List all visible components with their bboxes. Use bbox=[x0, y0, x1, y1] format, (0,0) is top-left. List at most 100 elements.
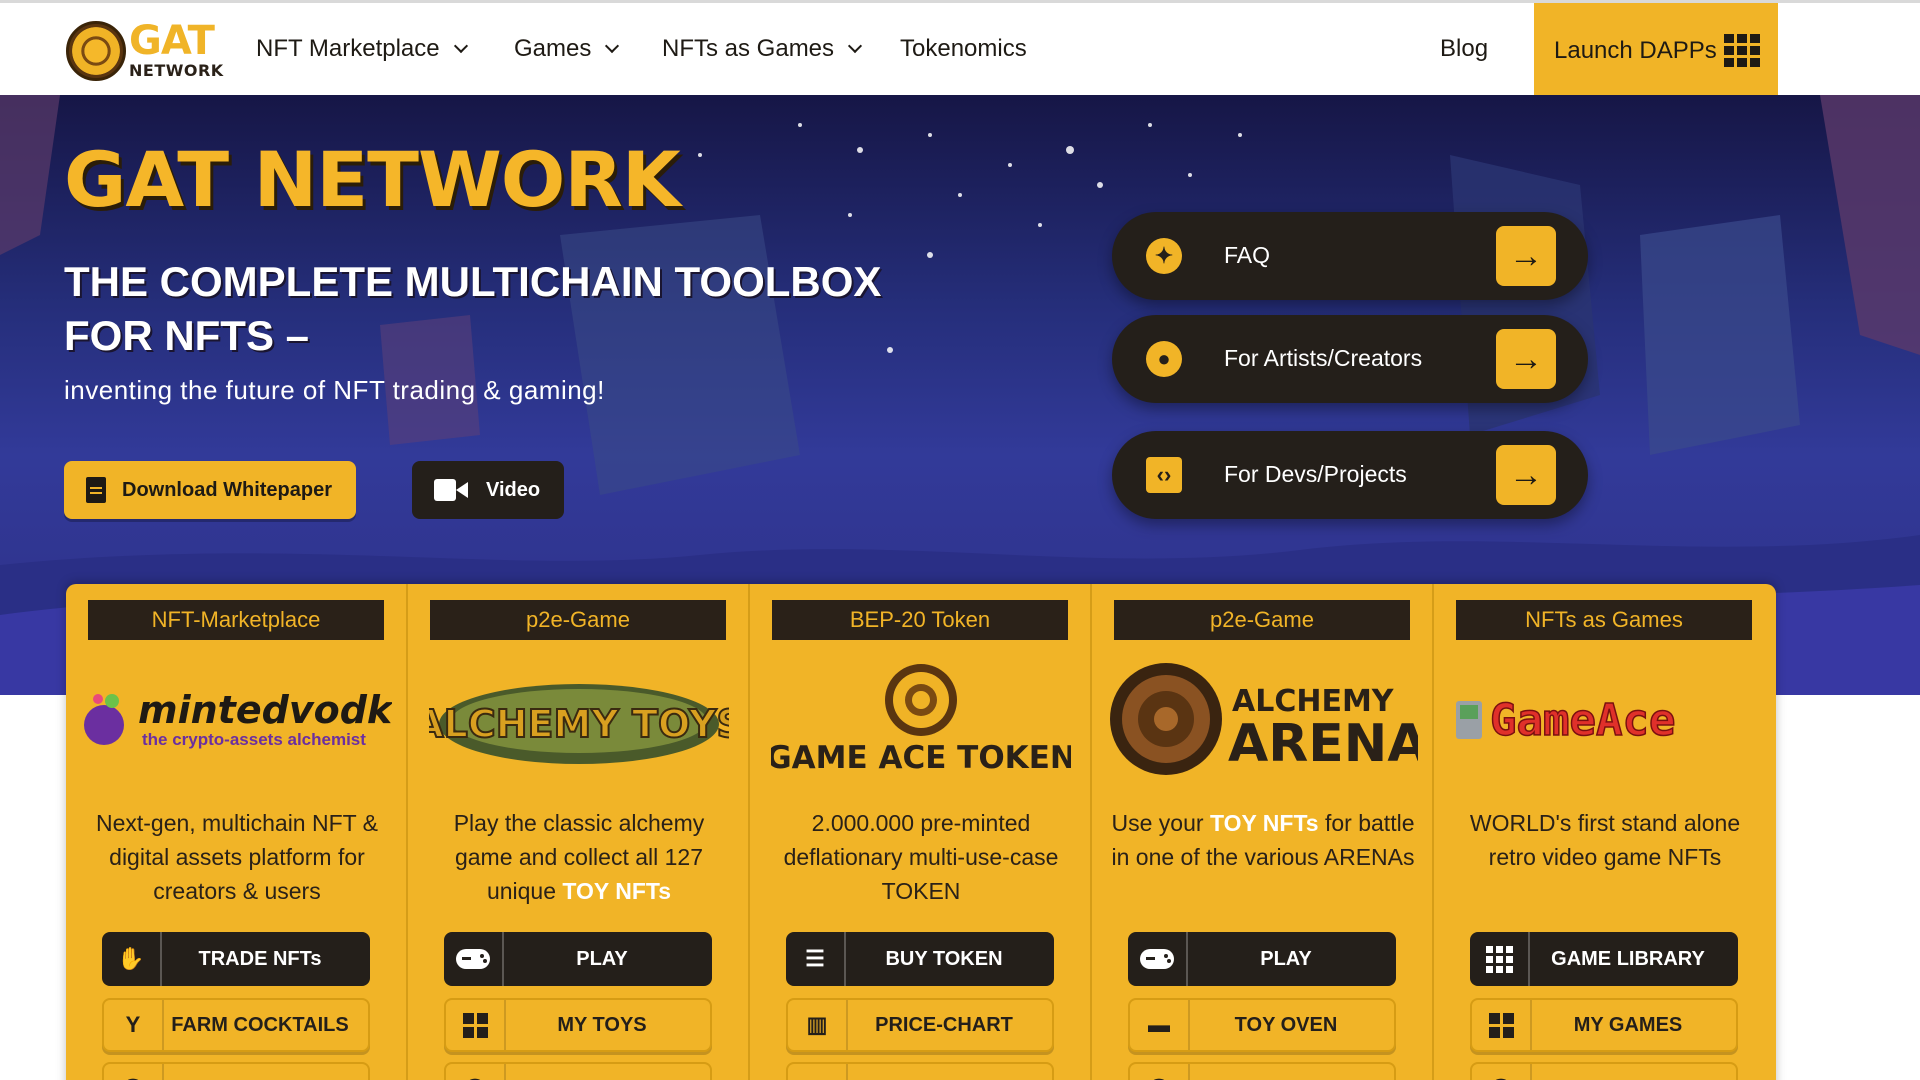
info-icon: ⓘ bbox=[446, 1064, 506, 1080]
game-library-label: GAME LIBRARY bbox=[1551, 947, 1705, 970]
gameace-logo[interactable]: GameAce bbox=[1444, 664, 1766, 774]
alchemy-arena-logo-text-2: ARENA bbox=[1228, 714, 1418, 774]
bar-chart-icon: ▥ bbox=[788, 1000, 848, 1050]
game-ace-token-logo-text: GAME ACE TOKEN bbox=[771, 740, 1071, 774]
arrow-right-icon[interactable]: → bbox=[1496, 445, 1556, 505]
artists-creators-link[interactable]: ● For Artists/Creators → bbox=[1112, 315, 1588, 403]
card-description: Next-gen, multichain NFT & digital asset… bbox=[82, 806, 392, 908]
nav-games[interactable]: Games bbox=[514, 35, 620, 63]
card-tag: NFTs as Games bbox=[1456, 600, 1752, 640]
nav-nfts-as-games-label: NFTs as Games bbox=[662, 35, 835, 62]
mintedvodka-logo[interactable]: mintedvodka the crypto-assets alchemist bbox=[76, 664, 398, 774]
card-tag: p2e-Game bbox=[1114, 600, 1410, 640]
alchemy-arena-logo[interactable]: ALCHEMY ARENA bbox=[1102, 663, 1424, 775]
info-icon: ⓘ bbox=[1130, 1064, 1190, 1080]
card-alchemy-arena: p2e-Game ALCHEMY ARENA Use your TOY NFTs… bbox=[1092, 584, 1434, 1080]
devs-projects-link[interactable]: ‹› For Devs/Projects → bbox=[1112, 431, 1588, 519]
trade-nfts-button[interactable]: ✋ TRADE NFTs bbox=[102, 932, 370, 986]
gameace-logo-svg: GameAce bbox=[1456, 694, 1676, 747]
apps-grid-icon bbox=[1724, 34, 1760, 67]
tokenomics-button[interactable]: ◔ bbox=[786, 1062, 1054, 1080]
chevron-down-icon bbox=[453, 38, 468, 54]
alchemy-toys-logo-text: ALCHEMY TOYS bbox=[429, 702, 729, 746]
accessibility-icon: ✦ bbox=[1146, 238, 1182, 274]
arrow-right-icon[interactable]: → bbox=[1496, 226, 1556, 286]
gat-network-logo[interactable]: GAT NETWORK bbox=[66, 19, 223, 83]
document-icon bbox=[86, 477, 106, 503]
price-chart-label: PRICE-CHART bbox=[875, 1013, 1013, 1036]
download-whitepaper-label: Download Whitepaper bbox=[122, 478, 332, 501]
apps-grid-icon bbox=[1470, 932, 1530, 986]
card-gameace: NFTs as Games GameAce WORLD's first stan… bbox=[1434, 584, 1776, 1080]
hero-title: GAT NETWORK bbox=[64, 135, 681, 224]
alchemy-toys-logo-svg: ALCHEMY TOYS bbox=[429, 684, 729, 764]
card-desc-text: WORLD's first stand alone retro video ga… bbox=[1469, 810, 1741, 870]
more-info-button[interactable]: ⓘ bbox=[1470, 1062, 1738, 1080]
grid-squares-icon bbox=[446, 1000, 506, 1050]
gameace-logo-text: GameAce bbox=[1490, 695, 1675, 746]
card-tag: NFT-Marketplace bbox=[88, 600, 384, 640]
launch-dapps-button[interactable]: Launch DAPPs bbox=[1534, 3, 1778, 98]
price-chart-button[interactable]: ▥ PRICE-CHART bbox=[786, 998, 1054, 1052]
oven-icon: ▬ bbox=[1130, 1000, 1190, 1050]
palette-icon: ● bbox=[1146, 341, 1182, 377]
farm-cocktails-button[interactable]: Y FARM COCKTAILS bbox=[102, 998, 370, 1052]
nav-nft-marketplace[interactable]: NFT Marketplace bbox=[256, 35, 468, 63]
buy-token-label: BUY TOKEN bbox=[885, 947, 1003, 970]
my-toys-label: MY TOYS bbox=[557, 1013, 647, 1036]
my-games-label: MY GAMES bbox=[1573, 1013, 1683, 1036]
card-alchemy-toys: p2e-Game ALCHEMY TOYS Play the classic a… bbox=[408, 584, 750, 1080]
gamepad-icon bbox=[1128, 932, 1188, 986]
card-description: 2.000.000 pre-minted deflationary multi-… bbox=[766, 806, 1076, 908]
alchemy-arena-logo-svg: ALCHEMY ARENA bbox=[1110, 663, 1418, 775]
card-desc-text: Next-gen, multichain NFT & digital asset… bbox=[95, 810, 379, 904]
arrow-right-icon[interactable]: → bbox=[1496, 329, 1556, 389]
hero-tagline: inventing the future of NFT trading & ga… bbox=[64, 375, 605, 405]
card-game-ace-token: BEP-20 Token GAME ACE TOKEN 2.000.000 pr… bbox=[750, 584, 1092, 1080]
play-button[interactable]: PLAY bbox=[444, 932, 712, 986]
video-camera-icon bbox=[434, 479, 468, 501]
mintedvodka-logo-svg: mintedvodka the crypto-assets alchemist bbox=[84, 688, 392, 749]
game-library-button[interactable]: GAME LIBRARY bbox=[1470, 932, 1738, 986]
pie-chart-icon: ◔ bbox=[788, 1064, 848, 1080]
buy-token-button[interactable]: ☰ BUY TOKEN bbox=[786, 932, 1054, 986]
card-description: Use your TOY NFTs for battle in one of t… bbox=[1108, 806, 1418, 874]
play-label: PLAY bbox=[1260, 947, 1312, 970]
card-mintedvodka: NFT-Marketplace mintedvodka the crypto-a… bbox=[66, 584, 408, 1080]
game-ace-token-logo-svg: GAME ACE TOKEN bbox=[771, 664, 1071, 774]
more-info-button[interactable]: ⓘ bbox=[444, 1062, 712, 1080]
cocktail-glass-icon: Y bbox=[104, 1000, 164, 1050]
nav-blog[interactable]: Blog bbox=[1440, 35, 1488, 63]
download-whitepaper-button[interactable]: Download Whitepaper bbox=[64, 461, 356, 519]
info-icon: ⓘ bbox=[104, 1064, 164, 1080]
play-label: PLAY bbox=[576, 947, 628, 970]
play-button[interactable]: PLAY bbox=[1128, 932, 1396, 986]
nav-tokenomics[interactable]: Tokenomics bbox=[900, 35, 1027, 63]
my-toys-button[interactable]: MY TOYS bbox=[444, 998, 712, 1052]
faq-link[interactable]: ✦ FAQ → bbox=[1112, 212, 1588, 300]
farm-cocktails-label: FARM COCKTAILS bbox=[171, 1013, 349, 1036]
video-button[interactable]: Video bbox=[412, 461, 564, 519]
game-ace-token-logo[interactable]: GAME ACE TOKEN bbox=[760, 664, 1082, 774]
toy-nfts-highlight[interactable]: TOY NFTs bbox=[562, 878, 671, 904]
nav-nfts-as-games[interactable]: NFTs as Games bbox=[662, 35, 863, 63]
alchemy-toys-logo[interactable]: ALCHEMY TOYS bbox=[418, 664, 740, 774]
nav-blog-label: Blog bbox=[1440, 35, 1489, 62]
toy-oven-button[interactable]: ▬ TOY OVEN bbox=[1128, 998, 1396, 1052]
faq-label: FAQ bbox=[1224, 242, 1271, 268]
gat-coin-icon bbox=[66, 21, 126, 81]
gamepad-icon bbox=[444, 932, 504, 986]
chevron-down-icon bbox=[605, 38, 620, 54]
trade-nfts-label: TRADE NFTs bbox=[198, 947, 322, 970]
card-description: WORLD's first stand alone retro video ga… bbox=[1450, 806, 1760, 874]
toy-nfts-highlight[interactable]: TOY NFTs bbox=[1210, 810, 1319, 836]
more-info-button[interactable]: ⓘ bbox=[1128, 1062, 1396, 1080]
chevron-down-icon bbox=[847, 38, 863, 54]
mintedvodka-logo-text: mintedvodka bbox=[138, 688, 392, 732]
logo-network-text: NETWORK bbox=[129, 61, 224, 80]
product-cards: NFT-Marketplace mintedvodka the crypto-a… bbox=[66, 584, 1776, 1080]
my-games-button[interactable]: MY GAMES bbox=[1470, 998, 1738, 1052]
laptop-code-icon: ‹› bbox=[1146, 457, 1182, 493]
nav-games-label: Games bbox=[514, 35, 592, 62]
more-info-button[interactable]: ⓘ bbox=[102, 1062, 370, 1080]
